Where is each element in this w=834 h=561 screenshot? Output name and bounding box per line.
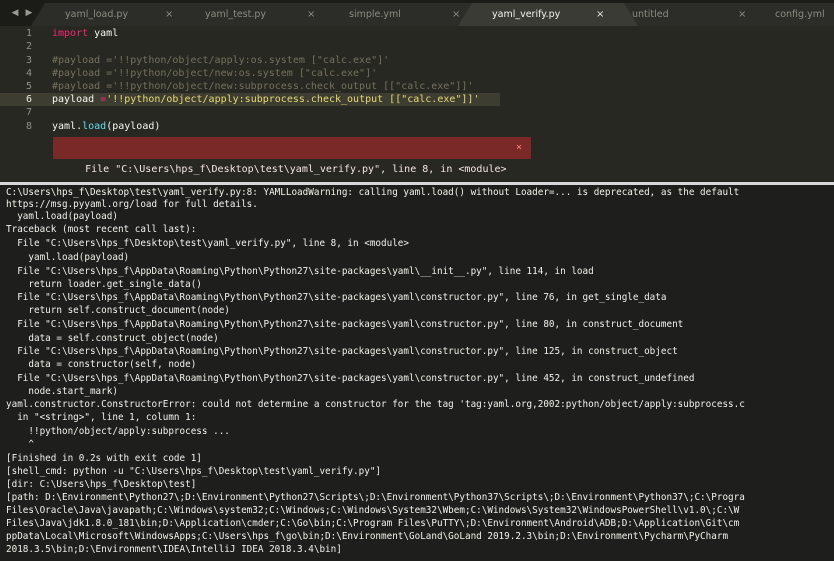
output-line: yaml.constructor.ConstructorError: could… [6, 399, 745, 410]
output-line: ppData\Local\Microsoft\WindowsApps;C:\Us… [6, 531, 729, 542]
output-line: 2018.3.5\bin;D:\Environment\IDEA\Intelli… [6, 544, 342, 555]
line-number: 7 [25, 107, 32, 118]
output-line: C:\Users\hps_f\Desktop\test\yaml_verify.… [6, 187, 740, 198]
build-output-panel: C:\Users\hps_f\Desktop\test\yaml_verify.… [0, 185, 834, 561]
close-error-icon[interactable]: × [516, 137, 522, 159]
output-line: File "C:\Users\hps_f\AppData\Roaming\Pyt… [6, 373, 695, 384]
tab-label: untitled [632, 9, 669, 20]
output-line: File "C:\Users\hps_f\AppData\Roaming\Pyt… [6, 266, 594, 277]
code-comment: #payload ='!!python/object/apply:os.syst… [52, 55, 390, 66]
output-line: [path: D:\Environment\Python27\;D:\Envir… [6, 492, 745, 503]
output-line: ^ [6, 439, 34, 450]
output-line: yaml.load(payload) [6, 211, 118, 222]
tab-yaml-verify[interactable]: yaml_verify.py × [458, 3, 638, 26]
code-text: (payload) [106, 121, 161, 132]
error-message: File "C:\Users\hps_f\Desktop\test\yaml_v… [85, 164, 507, 175]
code-comment: #payload ='!!python/object/new:os.system… [52, 68, 378, 79]
output-line: Files\Oracle\Java\javapath;C:\Windows\sy… [6, 505, 740, 516]
line-number: 6 [25, 94, 32, 105]
output-line: File "C:\Users\hps_f\AppData\Roaming\Pyt… [6, 292, 667, 303]
output-line: node.start_mark) [6, 386, 118, 397]
tab-label: simple.yml [349, 9, 401, 20]
line-number: 4 [25, 68, 32, 79]
inline-error-popup: File "C:\Users\hps_f\Desktop\test\yaml_v… [53, 137, 531, 175]
output-line: https://msg.pyyaml.org/load for full det… [6, 199, 258, 210]
code-line: yaml.load(payload) [52, 120, 160, 133]
output-line: in "<string>", line 1, column 1: [6, 412, 197, 423]
code-text: yaml. [52, 121, 83, 132]
output-line: data = constructor(self, node) [6, 359, 197, 370]
line-number: 3 [25, 55, 32, 66]
output-line: [Finished in 0.2s with exit code 1] [6, 453, 202, 464]
function-name: load [82, 121, 107, 132]
line-number: 1 [25, 28, 32, 39]
tab-label: yaml_test.py [205, 9, 267, 20]
code-line: import yaml [52, 27, 118, 40]
tab-label: config.yml [775, 9, 825, 20]
close-tab-icon[interactable]: × [596, 3, 604, 26]
string-literal: '!!python/object/apply:subprocess.check_… [106, 94, 480, 105]
close-tab-icon[interactable]: × [452, 3, 460, 26]
code-text: yaml [88, 28, 119, 39]
code-text: payload [52, 94, 101, 105]
output-line: !!python/object/apply:subprocess ... [6, 426, 230, 437]
close-tab-icon[interactable]: × [307, 3, 315, 26]
tab-label: yaml_load.py [65, 9, 129, 20]
output-line: File "C:\Users\hps_f\AppData\Roaming\Pyt… [6, 346, 678, 357]
output-line: return loader.get_single_data() [6, 279, 202, 290]
keyword: import [52, 28, 89, 39]
output-line: return self.construct_document(node) [6, 305, 230, 316]
output-line: yaml.load(payload) [6, 252, 130, 263]
output-line: [dir: C:\Users\hps_f\Desktop\test] [6, 479, 197, 490]
tab-config-yml[interactable]: config.yml [741, 3, 834, 26]
output-line: File "C:\Users\hps_f\AppData\Roaming\Pyt… [6, 319, 684, 330]
line-number: 8 [25, 121, 32, 132]
close-tab-icon[interactable]: × [165, 3, 173, 26]
tab-bar: ◀ ▶ yaml_load.py × yaml_test.py × simple… [0, 0, 834, 26]
output-line: Traceback (most recent call last): [6, 224, 197, 235]
output-line: data = self.construct_object(node) [6, 333, 219, 344]
sublime-window: ◀ ▶ yaml_load.py × yaml_test.py × simple… [0, 0, 834, 561]
line-number: 2 [25, 41, 32, 52]
output-line: Files\Java\jdk1.8.0_181\bin;D:\Applicati… [6, 518, 740, 529]
code-comment: #payload ='!!python/object/new:subproces… [52, 81, 474, 92]
output-line: File "C:\Users\hps_f\Desktop\test\yaml_v… [6, 238, 409, 249]
output-line: [shell_cmd: python -u "C:\Users\hps_f\De… [6, 466, 382, 477]
line-number: 5 [25, 81, 32, 92]
code-line: payload ='!!python/object/apply:subproce… [52, 93, 479, 106]
tab-label: yaml_verify.py [492, 9, 561, 20]
